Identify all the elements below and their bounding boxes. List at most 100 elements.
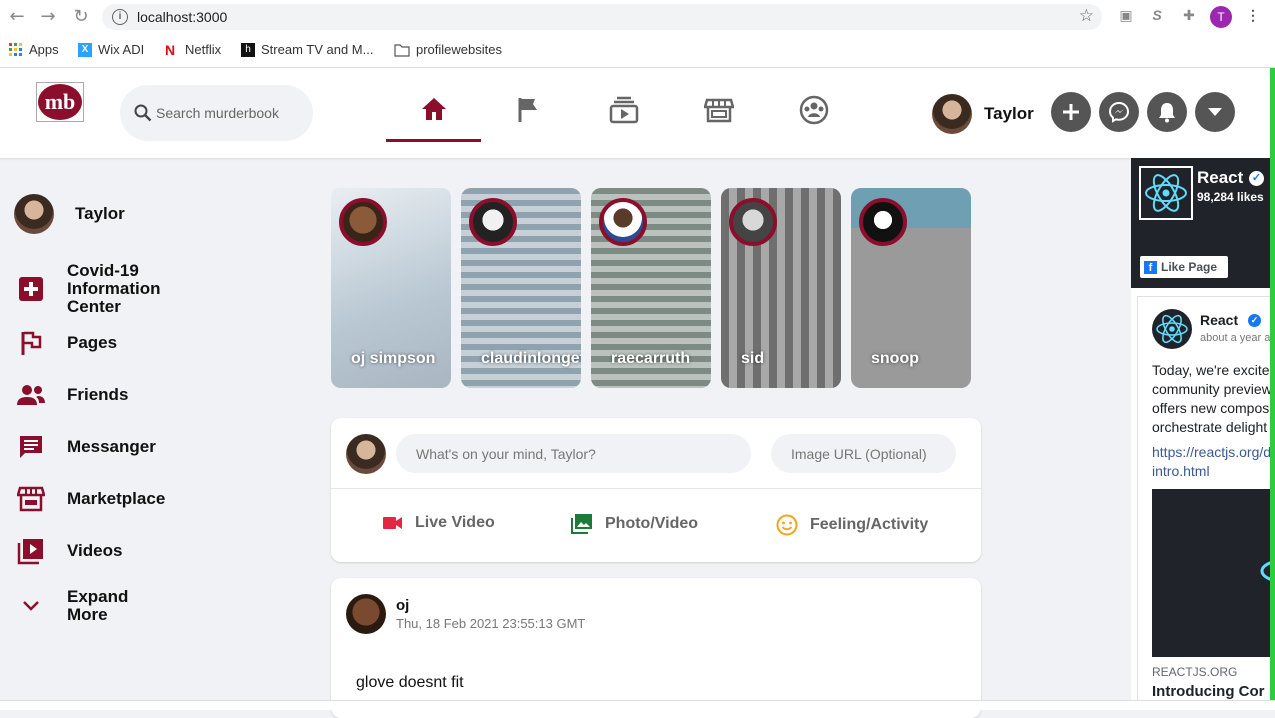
story-card[interactable]: oj simpson <box>331 188 451 388</box>
sidebar-item-messanger[interactable]: Messanger <box>14 430 156 464</box>
video-camera-icon <box>383 517 402 529</box>
reload-icon[interactable]: ↻ <box>70 6 92 28</box>
story-card[interactable]: sid <box>721 188 841 388</box>
search-input[interactable] <box>156 101 306 125</box>
tab-groups[interactable] <box>766 78 861 142</box>
tab-marketplace[interactable] <box>671 78 766 142</box>
like-page-label: Like Page <box>1161 260 1218 274</box>
extension-s-icon[interactable]: S <box>1147 7 1167 27</box>
notifications-button[interactable] <box>1147 92 1187 132</box>
page-cover: React ✓ 98,284 likes f Like Page <box>1131 158 1270 288</box>
plus-icon <box>1063 104 1079 120</box>
info-icon[interactable]: i <box>112 9 128 25</box>
header-profile[interactable]: Taylor <box>932 94 1034 134</box>
sidebar-item-expand[interactable]: Expand More <box>14 588 137 624</box>
url-text[interactable]: localhost:3000 <box>137 9 227 25</box>
post-composer: Live Video Photo/Video Feeling/Activity <box>331 418 981 562</box>
status-input[interactable] <box>396 434 751 473</box>
sidebar-item-label: Videos <box>67 541 123 560</box>
tab-watch[interactable] <box>576 78 671 142</box>
browser-chrome: ← → ↻ i localhost:3000 ☆ ▣ S ✚ T ⋮ Apps … <box>0 0 1275 68</box>
action-label: Feeling/Activity <box>810 516 929 533</box>
sidebar-item-covid[interactable]: Covid-19 Information Center <box>14 262 177 316</box>
sidebar-item-friends[interactable]: Friends <box>14 378 128 412</box>
page-likes: 98,284 likes <box>1197 190 1264 204</box>
story-name: sid <box>741 350 765 367</box>
story-name: snoop <box>871 350 919 367</box>
chevron-down-icon <box>14 589 48 623</box>
search-box[interactable] <box>120 85 313 141</box>
caret-down-icon <box>1208 108 1222 116</box>
card-page-name[interactable]: React <box>1200 312 1238 328</box>
video-library-icon <box>14 534 48 568</box>
image-url-input[interactable] <box>771 434 956 473</box>
smiley-icon <box>776 514 798 536</box>
photo-video-button[interactable]: Photo/Video <box>571 514 698 534</box>
watch-icon <box>609 96 638 124</box>
bookmark-folder[interactable]: profilewebsites <box>394 42 502 57</box>
card-title[interactable]: Introducing Cor <box>1152 683 1265 700</box>
profile-avatar[interactable]: T <box>1210 6 1232 28</box>
feeling-activity-button[interactable]: Feeling/Activity <box>776 514 928 536</box>
bookmark-star-icon[interactable]: ☆ <box>1079 6 1094 26</box>
post-card: oj Thu, 18 Feb 2021 23:55:13 GMT glove d… <box>331 578 981 718</box>
sidebar-item-marketplace[interactable]: Marketplace <box>14 482 165 516</box>
sidebar-item-videos[interactable]: Videos <box>14 534 122 568</box>
react-logo-icon[interactable] <box>1139 166 1193 220</box>
app-header: mb Taylor <box>0 68 1270 158</box>
bottom-edge <box>0 700 1275 710</box>
back-icon[interactable]: ← <box>6 6 28 28</box>
sidebar-item-label: Marketplace <box>67 489 166 508</box>
header-user-name: Taylor <box>984 104 1034 123</box>
bookmark-wix[interactable]: X Wix ADI <box>78 42 144 57</box>
bookmark-label: Stream TV and M... <box>261 42 374 57</box>
flag-icon <box>14 326 48 360</box>
story-card[interactable]: claudinlonget <box>461 188 581 388</box>
story-avatar <box>469 198 517 246</box>
sidebar-item-label: Covid-19 Information Center <box>67 261 161 316</box>
story-card[interactable]: snoop <box>851 188 971 388</box>
card-image[interactable] <box>1152 489 1270 657</box>
verified-icon: ✓ <box>1249 171 1264 186</box>
react-logo-icon[interactable] <box>1152 309 1192 349</box>
story-avatar <box>339 198 387 246</box>
bookmark-netflix[interactable]: N Netflix <box>165 42 221 57</box>
address-bar[interactable]: i localhost:3000 ☆ <box>102 4 1102 30</box>
create-button[interactable] <box>1051 92 1091 132</box>
menu-dots-icon[interactable]: ⋮ <box>1243 7 1263 27</box>
extension-icon[interactable]: ▣ <box>1116 7 1136 27</box>
logo[interactable]: mb <box>36 82 84 122</box>
medical-cross-icon <box>14 272 48 306</box>
tab-home[interactable] <box>386 78 481 142</box>
sidebar-item-pages[interactable]: Pages <box>14 326 117 360</box>
post-author[interactable]: oj <box>396 597 409 614</box>
netflix-icon: N <box>165 41 176 58</box>
tab-pages[interactable] <box>481 78 576 142</box>
forward-icon[interactable]: → <box>37 6 59 28</box>
divider <box>331 488 981 489</box>
bookmark-apps[interactable]: Apps <box>9 42 59 57</box>
store-icon <box>14 482 48 516</box>
bookmark-label: Netflix <box>185 42 222 57</box>
account-menu-button[interactable] <box>1195 92 1235 132</box>
folder-icon <box>394 43 410 57</box>
like-page-button[interactable]: f Like Page <box>1140 256 1228 278</box>
story-card[interactable]: raecarruth <box>591 188 711 388</box>
post-avatar[interactable] <box>346 594 386 634</box>
sidebar-item-profile[interactable]: Taylor <box>14 194 125 234</box>
page-name[interactable]: React <box>1197 168 1243 188</box>
verified-icon: ✓ <box>1248 314 1261 327</box>
groups-icon <box>799 95 828 125</box>
action-label: Photo/Video <box>605 515 699 532</box>
card-link[interactable]: https://reactjs.org/d intro.html <box>1152 443 1270 481</box>
post-timestamp: Thu, 18 Feb 2021 23:55:13 GMT <box>396 616 586 631</box>
live-video-button[interactable]: Live Video <box>383 514 495 532</box>
story-name: raecarruth <box>611 350 691 367</box>
post-text: glove doesnt fit <box>356 674 464 691</box>
hulu-icon: h <box>241 42 255 57</box>
bookmark-stream[interactable]: h Stream TV and M... <box>241 42 373 57</box>
puzzle-icon[interactable]: ✚ <box>1179 7 1199 27</box>
action-label: Live Video <box>415 514 495 531</box>
story-avatar <box>599 198 647 246</box>
messenger-button[interactable] <box>1099 92 1139 132</box>
